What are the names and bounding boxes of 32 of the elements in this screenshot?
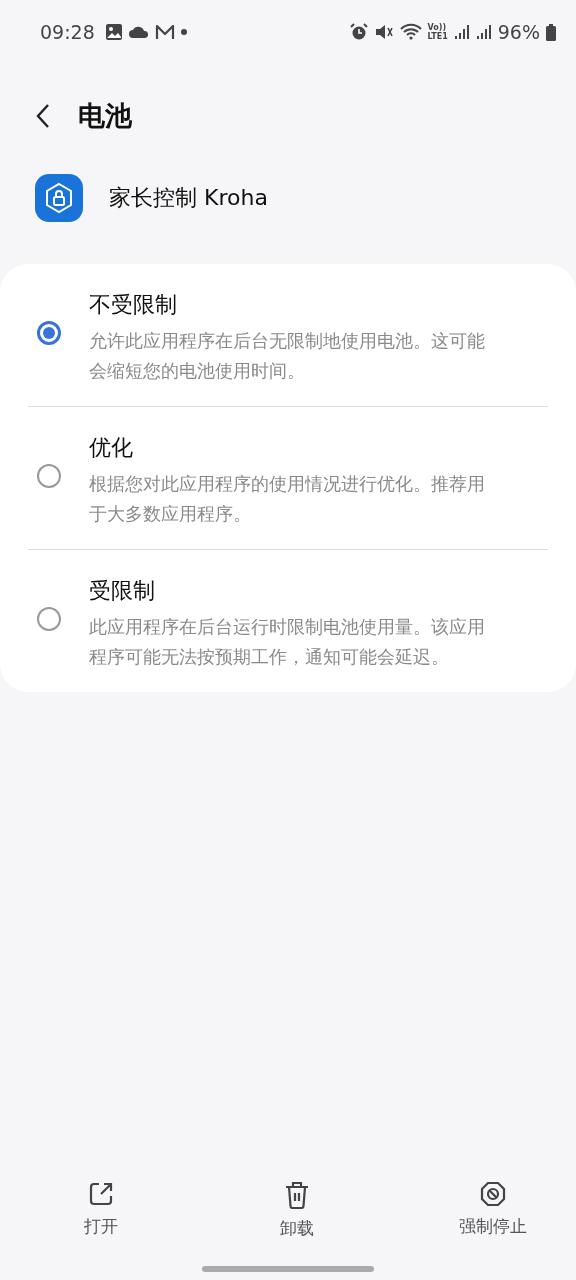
mute-icon xyxy=(373,23,394,41)
radio-button[interactable] xyxy=(37,607,61,631)
dot-icon xyxy=(180,29,187,35)
alarm-icon xyxy=(349,23,368,41)
network-label: Vo)) LTE1 xyxy=(427,23,448,41)
back-icon[interactable] xyxy=(36,103,50,129)
radio-button[interactable] xyxy=(37,464,61,488)
option-title: 受限制 xyxy=(89,577,156,605)
battery-icon xyxy=(546,23,556,41)
option-description: 根据您对此应用程序的使用情况进行优化。推荐用于大多数应用程序。 xyxy=(89,472,486,526)
action-button[interactable]: 打开 xyxy=(60,1175,142,1246)
status-time: 09:28 xyxy=(40,21,95,43)
trash-icon xyxy=(285,1181,309,1209)
mail-icon xyxy=(154,24,175,40)
signal-icon xyxy=(475,24,492,40)
page-title: 电池 xyxy=(78,99,132,133)
stop-icon xyxy=(480,1181,506,1207)
option-title: 优化 xyxy=(89,434,134,462)
radio-button[interactable] xyxy=(37,321,61,345)
cloud-icon xyxy=(128,25,149,39)
image-icon xyxy=(104,23,123,41)
action-button[interactable]: 卸载 xyxy=(256,1175,338,1246)
option-title: 不受限制 xyxy=(89,291,178,319)
open-external-icon xyxy=(88,1181,114,1207)
option-description: 允许此应用程序在后台无限制地使用电池。这可能会缩短您的电池使用时间。 xyxy=(89,329,486,383)
option-description: 此应用程序在后台运行时限制电池使用量。该应用程序可能无法按预期工作，通知可能会延迟。 xyxy=(89,615,486,669)
wifi-icon xyxy=(399,23,422,41)
signal-icon xyxy=(453,24,470,40)
action-button[interactable]: 强制停止 xyxy=(452,1175,534,1246)
app-name: 家长控制 Kroha xyxy=(109,184,268,212)
lock-app-icon xyxy=(35,174,83,222)
battery-percent: 96% xyxy=(497,21,540,43)
